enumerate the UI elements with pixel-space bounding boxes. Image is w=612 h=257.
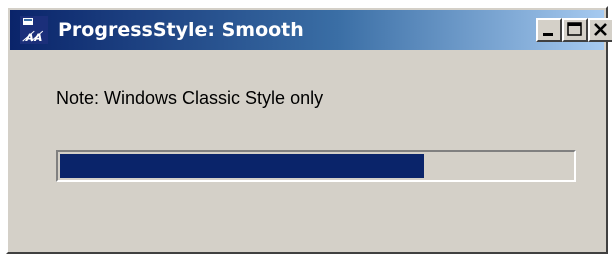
minimize-button[interactable] — [536, 18, 562, 42]
close-icon — [594, 23, 607, 36]
minimize-icon — [543, 33, 553, 36]
window-title: ProgressStyle: Smooth — [58, 19, 304, 41]
vb-app-icon[interactable]: ᴀ̸ᴀ̸ — [18, 14, 50, 46]
maximize-icon — [567, 22, 582, 36]
progress-bar — [56, 150, 576, 182]
maximize-button[interactable] — [562, 18, 588, 42]
svg-text:ᴀ̸ᴀ̸: ᴀ̸ᴀ̸ — [22, 30, 43, 45]
progress-fill — [60, 154, 424, 178]
close-button[interactable] — [588, 18, 612, 42]
title-bar[interactable]: ᴀ̸ᴀ̸ ProgressStyle: Smooth — [10, 10, 612, 50]
app-window: ᴀ̸ᴀ̸ ProgressStyle: Smooth Note: Windows… — [6, 6, 612, 254]
note-label: Note: Windows Classic Style only — [56, 88, 324, 108]
progress-track — [60, 154, 572, 178]
